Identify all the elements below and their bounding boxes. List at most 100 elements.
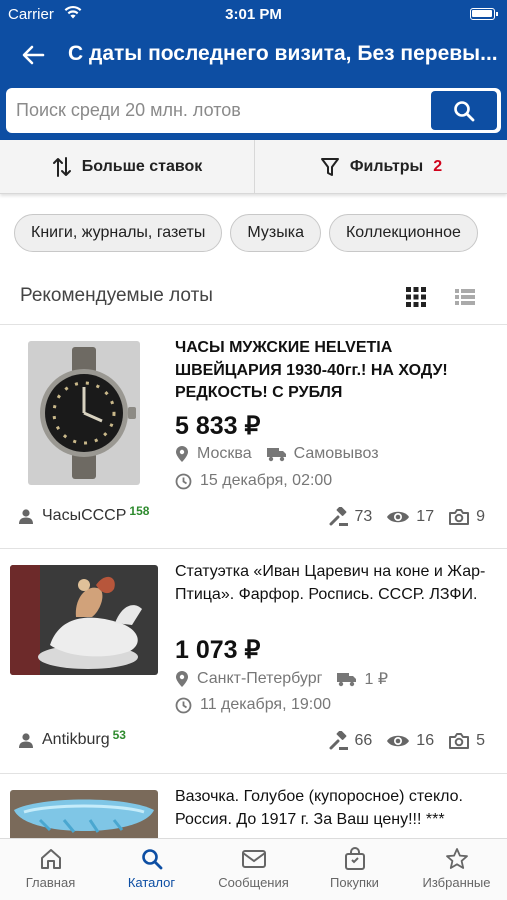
location-pin-icon: [176, 446, 188, 462]
lot-end-date: 11 декабря, 19:00: [175, 696, 331, 714]
tab-label: Главная: [25, 875, 76, 890]
chip-books[interactable]: Книги, журналы, газеты: [14, 214, 223, 252]
lot-city: Санкт-Петербург: [197, 670, 323, 687]
section-title: Рекомендуемые лоты: [20, 285, 213, 306]
gavel-icon: [329, 507, 348, 526]
arrow-left-icon: [22, 45, 45, 65]
mail-icon: [241, 850, 266, 868]
back-button[interactable]: [18, 40, 52, 70]
lot-price: 5 833 ₽: [175, 412, 261, 440]
tab-favorites[interactable]: Избранные: [406, 839, 507, 900]
lot-location: Санкт-Петербург 1 ₽: [175, 669, 388, 689]
clock-icon: [175, 473, 192, 489]
sort-arrows-icon: [52, 157, 71, 177]
bids-count: 66: [354, 732, 373, 749]
star-icon: [445, 848, 468, 869]
tab-messages[interactable]: Сообщения: [203, 839, 304, 900]
lot-title[interactable]: ЧАСЫ МУЖСКИЕ HELVETIA ШВЕЙЦАРИЯ 1930-40г…: [175, 337, 495, 405]
home-icon: [40, 849, 61, 869]
lot-photo-figurine[interactable]: [10, 565, 158, 675]
eye-icon: [387, 735, 410, 747]
user-icon: [19, 733, 33, 748]
list-icon: [455, 289, 475, 305]
seller-name: Antikburg: [42, 731, 110, 748]
filter-icon: [320, 158, 339, 176]
search-icon: [141, 849, 162, 870]
eye-icon: [387, 511, 410, 523]
list-view-button[interactable]: [454, 286, 476, 313]
bids-stat: 73: [329, 507, 373, 527]
lot-shipping: Самовывоз: [266, 445, 379, 463]
seller[interactable]: ЧасыСССР 158: [18, 504, 149, 525]
tab-purchases[interactable]: Покупки: [304, 839, 405, 900]
views-count: 16: [416, 732, 435, 749]
lot-end-date: 15 декабря, 02:00: [175, 472, 332, 490]
status-bar: Carrier 3:01 PM: [0, 0, 507, 30]
views-stat: 16: [386, 732, 434, 750]
grid-view-button[interactable]: [405, 286, 427, 313]
lot-shipping-label: 1 ₽: [364, 671, 389, 688]
location-pin-icon: [176, 671, 188, 687]
tab-label: Каталог: [127, 875, 176, 890]
chip-music[interactable]: Музыка: [230, 214, 321, 252]
lot-date-text: 15 декабря, 02:00: [200, 472, 333, 489]
clock-icon: [175, 697, 192, 713]
lot-city: Москва: [197, 445, 252, 462]
bids-stat: 66: [329, 731, 373, 751]
photos-count: 5: [476, 732, 485, 749]
lot-shipping-label: Самовывоз: [293, 445, 379, 462]
search-bar: [6, 88, 501, 133]
truck-icon: [266, 448, 286, 462]
chip-collectibles[interactable]: Коллекционное: [328, 214, 478, 252]
tab-catalog[interactable]: Каталог: [101, 839, 202, 900]
lot-footer: Antikburg 53 66 16 5: [0, 728, 507, 753]
seller[interactable]: Antikburg 53: [18, 728, 126, 749]
seller-name: ЧасыСССР: [42, 507, 127, 524]
tab-home[interactable]: Главная: [0, 839, 101, 900]
photos-stat: 9: [448, 508, 485, 526]
clock: 3:01 PM: [225, 6, 282, 23]
filter-label: Фильтры: [349, 158, 424, 175]
search-input[interactable]: [16, 88, 416, 133]
lot-location: Москва Самовывоз: [175, 445, 379, 463]
lot-card[interactable]: ЧАСЫ МУЖСКИЕ HELVETIA ШВЕЙЦАРИЯ 1930-40г…: [0, 324, 507, 548]
navigation-bar: С даты последнего визита, Без перевы...: [0, 30, 507, 80]
grid-icon: [406, 287, 426, 307]
bids-count: 73: [354, 508, 373, 525]
lot-card[interactable]: Статуэтка «Иван Царевич на коне и Жар-Пт…: [0, 548, 507, 772]
lot-title[interactable]: Статуэтка «Иван Царевич на коне и Жар-Пт…: [175, 561, 495, 606]
photos-stat: 5: [448, 732, 485, 750]
filter-button[interactable]: Фильтры 2: [255, 140, 507, 194]
photos-count: 9: [476, 508, 485, 525]
section-header: Рекомендуемые лоты: [0, 270, 507, 324]
seller-rating: 53: [112, 728, 126, 742]
lot-price: 1 073 ₽: [175, 636, 261, 664]
page-title: С даты последнего визита, Без перевы...: [68, 42, 498, 65]
bag-icon: [344, 847, 365, 870]
lot-footer: ЧасыСССР 158 73 17 9: [0, 504, 507, 529]
lot-photo-watch[interactable]: [28, 341, 140, 485]
truck-icon: [337, 673, 357, 687]
gavel-icon: [329, 731, 348, 750]
views-count: 17: [416, 508, 435, 525]
camera-icon: [449, 509, 470, 525]
lot-title[interactable]: Вазочка. Голубое (купоросное) стекло. Ро…: [175, 786, 495, 831]
sort-label: Больше ставок: [81, 158, 203, 175]
top-bar: Carrier 3:01 PM С даты последнего визита…: [0, 0, 507, 140]
category-chips: Книги, журналы, газеты Музыка Коллекционно…: [14, 214, 507, 254]
battery-icon: [470, 8, 498, 20]
tab-label: Сообщения: [218, 875, 289, 890]
search-button[interactable]: [431, 91, 497, 130]
tab-label: Покупки: [330, 875, 379, 890]
sort-filter-toolbar: Больше ставок Фильтры 2: [0, 140, 507, 194]
user-icon: [19, 509, 33, 524]
lot-stats: 73 17 9: [315, 507, 485, 527]
views-stat: 17: [386, 508, 434, 526]
lot-stats: 66 16 5: [315, 731, 485, 751]
sort-button[interactable]: Больше ставок: [0, 140, 254, 194]
tab-label: Избранные: [422, 875, 491, 890]
lot-shipping: 1 ₽: [336, 669, 388, 689]
camera-icon: [449, 733, 470, 749]
tab-bar: Главная Каталог Сообщения Покупки Избран…: [0, 838, 507, 900]
filter-count-badge: 2: [433, 158, 443, 175]
